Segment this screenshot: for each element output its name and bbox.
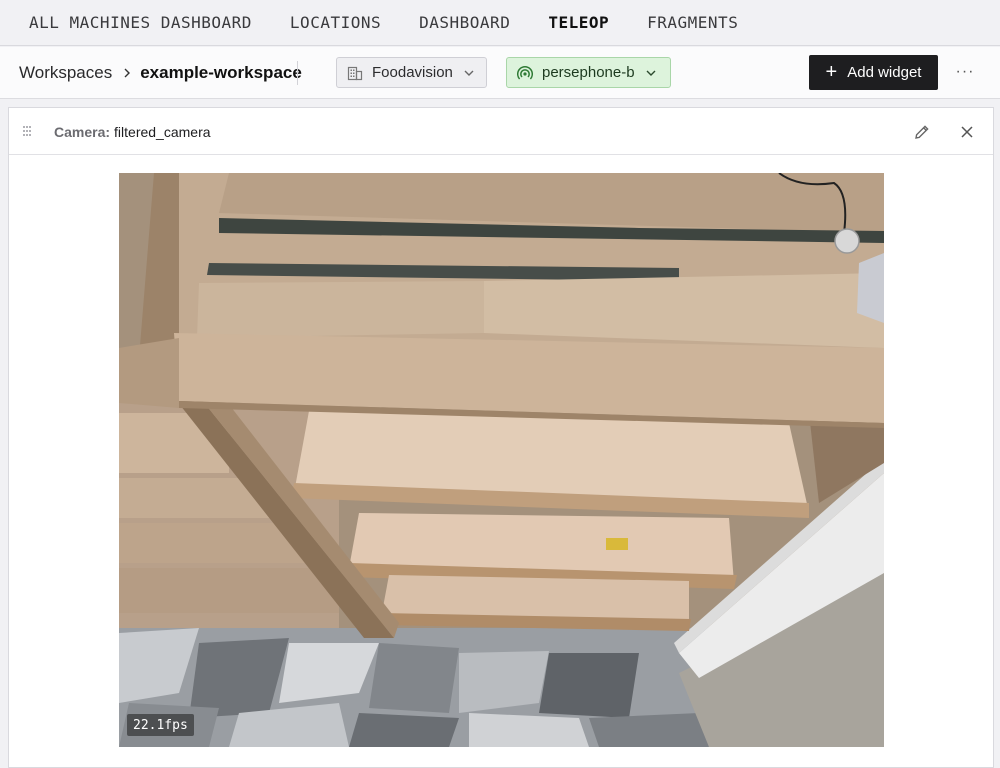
- nav-all-machines-dashboard[interactable]: ALL MACHINES DASHBOARD: [29, 13, 252, 32]
- fps-badge: 22.1fps: [127, 714, 194, 736]
- chevron-down-icon: [646, 70, 656, 76]
- camera-frame-image: [119, 173, 884, 747]
- add-widget-button[interactable]: + Add widget: [809, 55, 938, 90]
- nav-teleop[interactable]: TELEOP: [548, 13, 609, 32]
- org-selector[interactable]: Foodavision: [336, 57, 487, 88]
- breadcrumb: Workspaces example-workspace: [19, 47, 302, 99]
- add-widget-label: Add widget: [847, 64, 922, 81]
- more-horizontal-icon: ···: [955, 63, 975, 80]
- close-icon[interactable]: [957, 122, 977, 142]
- top-nav: ALL MACHINES DASHBOARD LOCATIONS DASHBOA…: [0, 0, 1000, 46]
- org-selector-label: Foodavision: [372, 64, 453, 81]
- widget-title: Camera: filtered_camera: [54, 108, 211, 155]
- workspace-header: Workspaces example-workspace Foodavision…: [0, 47, 1000, 99]
- nav-locations[interactable]: LOCATIONS: [290, 13, 381, 32]
- camera-stream: 22.1fps: [119, 173, 884, 747]
- widget-header: Camera: filtered_camera: [9, 108, 993, 155]
- more-options-button[interactable]: ···: [953, 60, 977, 84]
- breadcrumb-workspaces-link[interactable]: Workspaces: [19, 63, 112, 83]
- chevron-down-icon: [464, 70, 474, 76]
- camera-widget: Camera: filtered_camera 22.1fps: [8, 107, 994, 768]
- pencil-icon[interactable]: [912, 122, 932, 142]
- widget-title-label: Camera:: [54, 123, 111, 140]
- nav-fragments[interactable]: FRAGMENTS: [647, 13, 738, 32]
- machine-selector[interactable]: persephone-b: [506, 57, 671, 88]
- drag-handle-icon[interactable]: [22, 125, 32, 137]
- signal-icon: [517, 65, 533, 80]
- building-icon: [347, 66, 363, 80]
- plus-icon: +: [825, 60, 838, 83]
- nav-dashboard[interactable]: DASHBOARD: [419, 13, 510, 32]
- breadcrumb-current-workspace: example-workspace: [140, 63, 302, 82]
- widget-title-value: filtered_camera: [114, 123, 211, 140]
- header-divider: [297, 61, 298, 85]
- chevron-right-icon: [124, 68, 131, 78]
- machine-selector-label: persephone-b: [542, 64, 635, 81]
